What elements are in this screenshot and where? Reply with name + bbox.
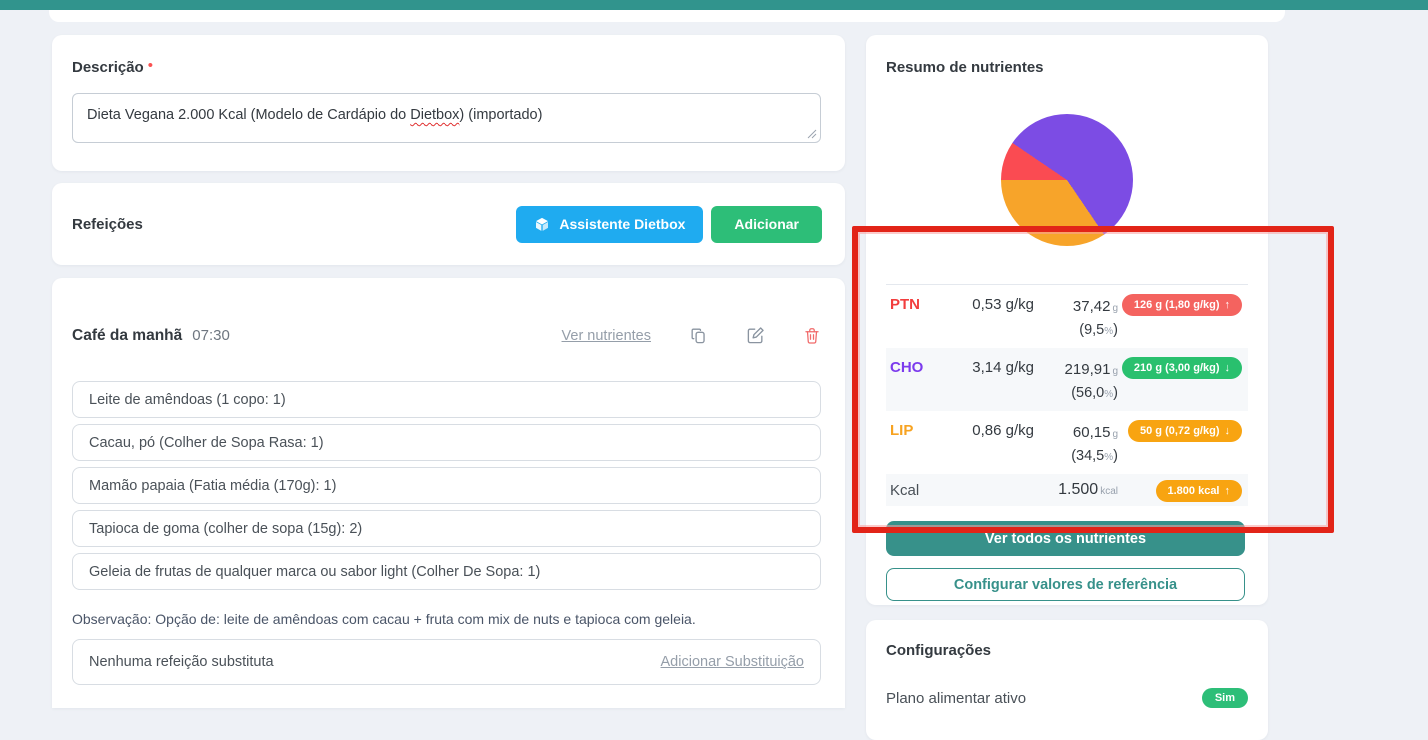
amount-unit: g <box>1112 429 1118 440</box>
nutrient-label: LIP <box>890 422 914 439</box>
arrow-down-icon: ↓ <box>1224 425 1231 437</box>
nutrient-row-ptn: PTN 0,53 g/kg 37,42 g (9,5%) 126 g (1,80 … <box>886 285 1248 348</box>
assistant-button-label: Assistente Dietbox <box>559 216 686 232</box>
arrow-up-icon: ↑ <box>1224 299 1231 311</box>
assistant-dietbox-button[interactable]: Assistente Dietbox <box>516 205 704 243</box>
top-accent-bar <box>0 0 1428 10</box>
macro-pie-chart <box>1001 114 1133 246</box>
nutrient-row-kcal: Kcal 1.500 kcal 1.800 kcal ↑ <box>886 474 1248 506</box>
reference-badge: 1.800 kcal ↑ <box>1155 479 1242 502</box>
nutrient-row-lip: LIP 0,86 g/kg 60,15 g (34,5%) 50 g (0,72 … <box>886 411 1248 474</box>
meal-header: Café da manhã 07:30 Ver nutrientes <box>72 326 821 345</box>
reference-badge: 50 g (0,72 g/kg) ↓ <box>1128 420 1242 442</box>
percent-close: ) <box>1113 385 1118 401</box>
description-text-spellcheck: Dietbox <box>410 107 460 123</box>
badge-text: 50 g (0,72 g/kg) <box>1140 425 1220 437</box>
app-canvas: Descrição • Dieta Vegana 2.000 Kcal (Mode… <box>0 0 1428 740</box>
description-textarea[interactable]: Dieta Vegana 2.000 Kcal (Modelo de Cardá… <box>72 93 821 143</box>
kcal-unit: kcal <box>1100 486 1118 497</box>
food-item[interactable]: Mamão papaia (Fatia média (170g): 1) <box>72 467 821 504</box>
edit-meal-button[interactable] <box>746 326 765 345</box>
required-marker: • <box>147 57 153 74</box>
meals-title: Refeições <box>72 215 143 233</box>
meal-card-breakfast: Café da manhã 07:30 Ver nutrientes Leite… <box>52 278 845 708</box>
nutrient-summary-card: Resumo de nutrientes PTN 0,53 g/kg 37,42… <box>866 35 1268 605</box>
amount-value: 60,15 <box>1072 424 1111 441</box>
arrow-up-icon: ↑ <box>1224 484 1231 497</box>
badge-text: 1.800 kcal <box>1167 484 1220 497</box>
food-item[interactable]: Leite de amêndoas (1 copo: 1) <box>72 381 821 418</box>
food-item[interactable]: Cacau, pó (Colher de Sopa Rasa: 1) <box>72 424 821 461</box>
view-all-nutrients-button[interactable]: Ver todos os nutrientes <box>886 521 1245 556</box>
substitute-meal-box: Nenhuma refeição substituta Adicionar Su… <box>72 639 821 685</box>
description-text-before: Dieta Vegana 2.000 Kcal (Modelo de Cardá… <box>87 107 411 123</box>
partial-card-above <box>49 10 1285 22</box>
settings-row-active-plan: Plano alimentar ativo Sim <box>886 688 1248 708</box>
copy-icon <box>689 326 708 345</box>
description-card: Descrição • Dieta Vegana 2.000 Kcal (Mode… <box>52 35 845 171</box>
percent-sign: % <box>1104 389 1114 400</box>
nutrient-amount: 219,91 g (56,0%) <box>1034 356 1118 405</box>
amount-value: 37,42 <box>1072 298 1111 315</box>
percent-sign: % <box>1104 452 1114 463</box>
amount-unit: g <box>1112 303 1118 314</box>
nutrient-label: PTN <box>890 296 920 313</box>
nutrient-amount: 37,42 g (9,5%) <box>1034 293 1118 342</box>
copy-meal-button[interactable] <box>689 326 708 345</box>
settings-row-label: Plano alimentar ativo <box>886 689 1027 707</box>
food-item[interactable]: Geleia de frutas de qualquer marca ou sa… <box>72 553 821 590</box>
cube-icon <box>534 216 550 233</box>
status-badge: Sim <box>1201 688 1248 708</box>
description-text-after: ) (importado) <box>459 107 543 123</box>
configure-reference-values-button[interactable]: Configurar valores de referência <box>886 568 1245 601</box>
trash-icon <box>803 326 821 345</box>
percent-value: (34,5 <box>1071 448 1105 464</box>
nutrient-amount: 60,15 g (34,5%) <box>1034 419 1118 468</box>
nutrient-summary-title: Resumo de nutrientes <box>886 59 1044 76</box>
edit-icon <box>746 326 765 345</box>
amount-unit: g <box>1112 366 1118 377</box>
meal-name: Café da manhã <box>72 326 183 344</box>
kcal-number: 1.500 <box>1058 481 1099 498</box>
nutrient-row-cho: CHO 3,14 g/kg 219,91 g (56,0%) 210 g (3,0… <box>886 348 1248 411</box>
settings-card: Configurações Plano alimentar ativo Sim <box>866 620 1268 740</box>
percent-close: ) <box>1113 448 1118 464</box>
kcal-label: Kcal <box>890 481 920 499</box>
delete-meal-button[interactable] <box>803 326 821 345</box>
food-item[interactable]: Tapioca de goma (colher de sopa (15g): 2… <box>72 510 821 547</box>
amount-value: 219,91 <box>1064 361 1111 378</box>
badge-text: 126 g (1,80 g/kg) <box>1133 299 1220 311</box>
meal-time: 07:30 <box>192 327 230 344</box>
add-substitution-link[interactable]: Adicionar Substituição <box>661 654 804 670</box>
textarea-resize-handle[interactable] <box>807 129 817 139</box>
food-list: Leite de amêndoas (1 copo: 1) Cacau, pó … <box>72 381 821 590</box>
description-title: Descrição • <box>72 57 821 77</box>
nutrient-per-kg: 0,86 g/kg <box>972 422 1034 439</box>
meal-observation: Observação: Opção de: leite de amêndoas … <box>72 611 696 627</box>
percent-value: (9,5 <box>1079 322 1105 338</box>
add-button-label: Adicionar <box>734 216 799 232</box>
meals-card: Refeições Assistente Dietbox Adicionar <box>52 183 845 265</box>
nutrient-per-kg: 3,14 g/kg <box>972 359 1034 376</box>
nutrient-per-kg: 0,53 g/kg <box>972 296 1034 313</box>
description-title-text: Descrição <box>72 59 144 76</box>
nutrient-label: CHO <box>890 359 924 376</box>
reference-badge: 210 g (3,00 g/kg) ↓ <box>1121 357 1242 379</box>
meal-actions: Ver nutrientes <box>562 326 821 345</box>
settings-title: Configurações <box>886 642 992 659</box>
percent-sign: % <box>1104 326 1114 337</box>
add-meal-button[interactable]: Adicionar <box>711 205 822 243</box>
kcal-value: 1.500 kcal <box>1034 481 1118 499</box>
reference-badge: 126 g (1,80 g/kg) ↑ <box>1121 294 1242 316</box>
percent-value: (56,0 <box>1071 385 1105 401</box>
percent-close: ) <box>1113 322 1118 338</box>
badge-text: 210 g (3,00 g/kg) <box>1133 362 1220 374</box>
substitute-text: Nenhuma refeição substituta <box>89 654 274 670</box>
view-nutrients-link[interactable]: Ver nutrientes <box>562 328 651 344</box>
arrow-down-icon: ↓ <box>1224 362 1231 374</box>
